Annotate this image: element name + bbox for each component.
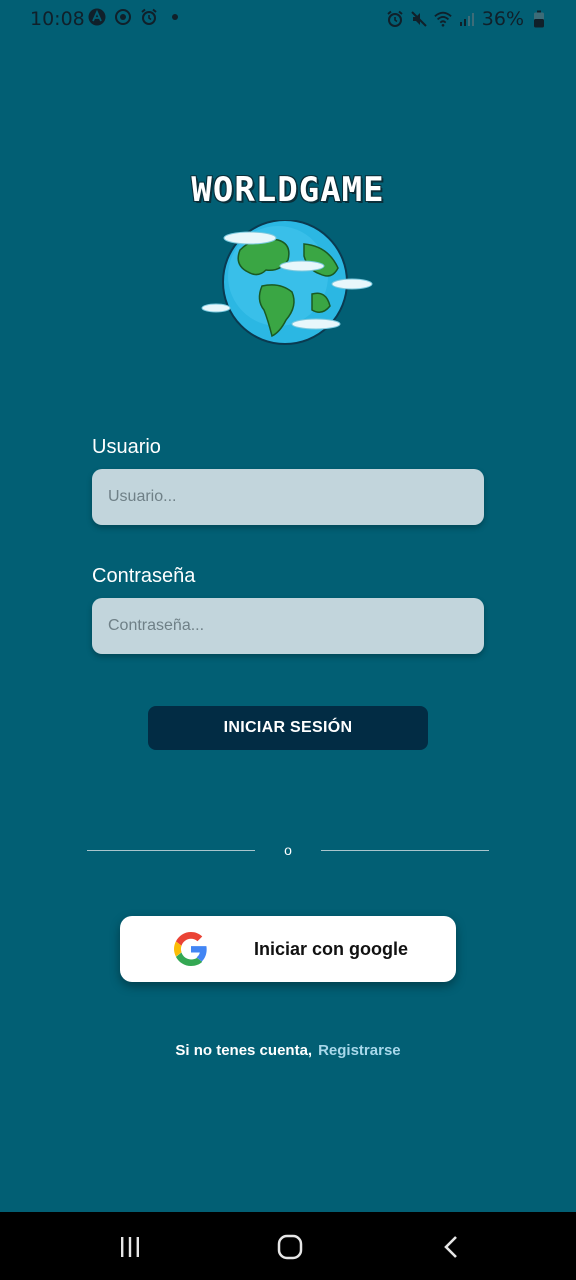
divider-text: o xyxy=(284,842,292,858)
back-icon[interactable] xyxy=(432,1232,472,1262)
google-signin-button[interactable]: Iniciar con google xyxy=(120,916,456,982)
home-icon[interactable] xyxy=(270,1232,310,1262)
divider-line-left xyxy=(87,850,255,851)
status-left-icons xyxy=(88,8,184,26)
divider-line-right xyxy=(321,850,489,851)
password-input[interactable] xyxy=(92,598,484,654)
alarm-icon xyxy=(140,8,158,26)
signal-icon xyxy=(458,10,476,28)
mute-icon xyxy=(410,10,428,28)
signup-prompt: Si no tenes cuenta, Registrarse xyxy=(0,1042,576,1059)
app-title: WORLDGAME xyxy=(191,170,385,210)
user-label: Usuario xyxy=(92,436,161,458)
app-a-icon xyxy=(88,8,106,26)
status-bar: 10:08 36% xyxy=(0,0,576,38)
register-link[interactable]: Registrarse xyxy=(318,1042,401,1059)
battery-icon xyxy=(530,10,548,28)
user-input[interactable] xyxy=(92,469,484,525)
battery-percent: 36% xyxy=(481,8,524,30)
status-time: 10:08 xyxy=(30,8,85,30)
dot-icon xyxy=(166,8,184,26)
login-button[interactable]: INICIAR SESIÓN xyxy=(148,706,428,750)
wifi-icon xyxy=(434,10,452,28)
status-right-icons: 36% xyxy=(386,8,548,30)
sync-icon xyxy=(114,8,132,26)
globe-icon xyxy=(200,219,380,350)
recent-apps-icon[interactable] xyxy=(110,1232,150,1262)
system-nav-bar xyxy=(0,1212,576,1280)
signup-question: Si no tenes cuenta, xyxy=(175,1042,313,1059)
google-signin-label: Iniciar con google xyxy=(254,939,409,959)
password-label: Contraseña xyxy=(92,565,196,587)
alarm-icon xyxy=(386,10,404,28)
google-icon xyxy=(174,932,208,966)
